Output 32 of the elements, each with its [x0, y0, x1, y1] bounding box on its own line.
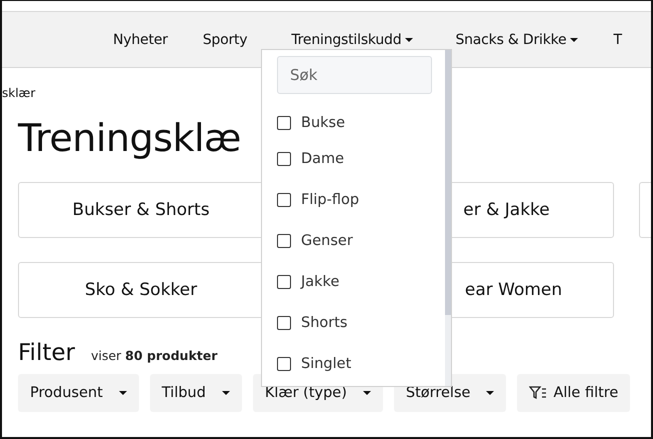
- option-item[interactable]: Bukse: [277, 108, 445, 138]
- page-title: Treningsklæ: [18, 115, 241, 162]
- caret-icon: [362, 391, 371, 395]
- filter-icon: [529, 386, 548, 400]
- checkbox[interactable]: [277, 316, 291, 330]
- option-item[interactable]: Dame: [277, 138, 445, 179]
- option-item[interactable]: Shorts: [277, 302, 445, 343]
- option-item[interactable]: Jakke: [277, 261, 445, 302]
- checkbox[interactable]: [277, 192, 291, 206]
- nav-link[interactable]: Snacks & Drikke: [455, 32, 578, 48]
- filter-button[interactable]: Produsent: [18, 374, 139, 412]
- filter-heading: Filter: [18, 340, 75, 366]
- checkbox[interactable]: [277, 116, 291, 130]
- product-count: viser 80 produkter: [90, 348, 218, 363]
- checkbox[interactable]: [277, 152, 291, 166]
- caret-icon: [118, 391, 127, 395]
- nav-link[interactable]: T: [613, 32, 622, 48]
- checkbox[interactable]: [277, 356, 291, 370]
- checkbox[interactable]: [277, 234, 291, 248]
- nav-link[interactable]: Nyheter: [113, 32, 168, 48]
- caret-icon: [486, 391, 494, 395]
- filter-button[interactable]: Tilbud: [150, 374, 242, 412]
- scrollbar[interactable]: [445, 50, 451, 386]
- breadcrumb: sklær: [2, 86, 36, 102]
- search-field[interactable]: Søk: [277, 56, 432, 94]
- option-item[interactable]: Genser: [277, 220, 445, 261]
- nav-link[interactable]: Treningstilskudd: [291, 32, 414, 48]
- nav-link[interactable]: Sporty: [202, 32, 248, 48]
- checkbox[interactable]: [277, 274, 291, 288]
- caret-icon: [222, 391, 230, 395]
- filter-button[interactable]: Alle filtre: [517, 374, 630, 412]
- option-item[interactable]: Flip-flop: [277, 179, 445, 220]
